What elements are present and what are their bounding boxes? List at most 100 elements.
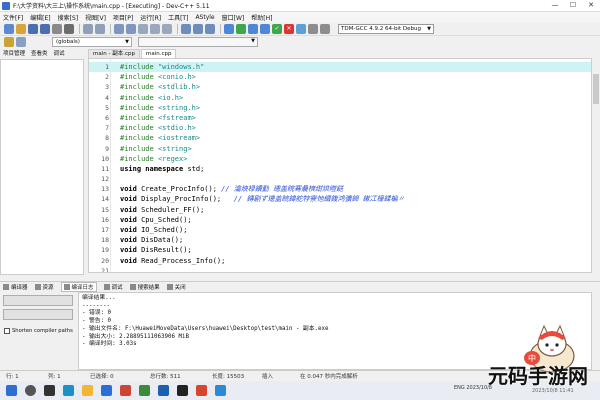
abort-compilation-button[interactable] (3, 295, 73, 306)
print-icon[interactable] (64, 23, 74, 34)
unindent-icon[interactable] (162, 23, 172, 34)
store-icon[interactable] (101, 385, 112, 396)
code-line[interactable]: 20 void Read_Process_Info(); (89, 256, 591, 266)
start-icon[interactable] (6, 385, 17, 396)
code-line[interactable]: 10 #include <regex> (89, 154, 591, 164)
tab-project[interactable]: 项目管理 (3, 49, 25, 57)
rebuild-icon[interactable] (260, 23, 270, 34)
open-folder-icon[interactable] (16, 23, 26, 34)
code-line[interactable]: 18 void DisData(); (89, 235, 591, 245)
compiler-select[interactable]: TDM-GCC 4.9.2 64-bit Debug ▼ (338, 23, 434, 34)
compile-icon[interactable] (224, 23, 234, 34)
tab-debug-output[interactable]: 调试 (103, 283, 123, 291)
shorten-paths-checkbox[interactable]: Shorten compiler paths (4, 328, 73, 334)
profile-delete-icon[interactable] (320, 23, 330, 34)
project-new-icon[interactable] (181, 23, 191, 34)
bookmark-icon[interactable] (16, 37, 26, 47)
devcpp-taskbar-icon[interactable] (158, 385, 169, 396)
checkbox-box[interactable] (4, 328, 10, 334)
close-button[interactable]: ✕ (582, 0, 600, 11)
code-line[interactable]: 3 #include <stdlib.h> (89, 82, 591, 92)
tab-debug[interactable]: 调试 (54, 49, 65, 57)
code-area[interactable]: 1 #include "windows.h" 2 #include <conio.h>… (89, 62, 591, 272)
minimize-button[interactable]: — (546, 0, 564, 11)
tab-compiler[interactable]: 编译器 (3, 283, 28, 291)
app-icon[interactable] (196, 385, 207, 396)
code-line[interactable]: 2 #include <conio.h> (89, 72, 591, 82)
scrollbar-thumb[interactable] (593, 74, 599, 104)
menu-run[interactable]: 运行[R] (140, 13, 161, 22)
menu-window[interactable]: 窗口[W] (222, 13, 245, 22)
code-line[interactable]: 9 #include <string> (89, 144, 591, 154)
indent-icon[interactable] (150, 23, 160, 34)
console-icon[interactable] (177, 385, 188, 396)
app-icon[interactable] (120, 385, 131, 396)
code-line[interactable]: 21 (89, 266, 591, 272)
new-file-icon[interactable] (4, 23, 14, 34)
compile-run-icon[interactable] (248, 23, 258, 34)
code-line[interactable]: 4 #include <io.h> (89, 93, 591, 103)
stop-icon[interactable]: ✕ (284, 23, 294, 34)
code-line[interactable]: 19 void DisResult(); (89, 245, 591, 255)
code-line[interactable]: 6 #include <fstream> (89, 113, 591, 123)
menu-view[interactable]: 视图[V] (85, 13, 106, 22)
goto-icon[interactable] (138, 23, 148, 34)
project-remove-icon[interactable] (205, 23, 215, 34)
globals-select[interactable]: (globals) ▼ (52, 37, 132, 47)
explorer-icon[interactable] (82, 385, 93, 396)
code-line[interactable]: 7 #include <stdio.h> (89, 123, 591, 133)
function-select[interactable]: ▼ (138, 37, 258, 47)
menu-edit[interactable]: 编辑[E] (30, 13, 50, 22)
menu-tools[interactable]: 工具[T] (168, 13, 188, 22)
log-action-button[interactable] (3, 309, 73, 320)
code-line[interactable]: 12 (89, 174, 591, 184)
insert-icon[interactable] (4, 37, 14, 47)
run-icon[interactable] (236, 23, 246, 34)
project-add-icon[interactable] (193, 23, 203, 34)
tab-main[interactable]: main.cpp (140, 49, 177, 58)
code-token: void (120, 185, 142, 194)
code-line[interactable]: 15 void Scheduler_FF(); (89, 205, 591, 215)
code-line[interactable]: 14 void Display_ProcInfo(); // 鏄剧ず璁盖睆鍏舵牸寮… (89, 194, 591, 204)
menu-help[interactable]: 帮助[H] (251, 13, 272, 22)
code-token: void (120, 256, 142, 265)
toolbar-divider (110, 23, 111, 34)
code-line[interactable]: 13 void Create_ProcInfo(); // 瀹炴椂鐨勭 璁盖睆骞曟… (89, 184, 591, 194)
debug-icon[interactable] (296, 23, 306, 34)
menu-file[interactable]: 文件[F] (3, 13, 23, 22)
menu-search[interactable]: 搜索[S] (58, 13, 79, 22)
app-icon[interactable] (139, 385, 150, 396)
tab-main-copy[interactable]: main - 副本.cpp (88, 49, 140, 58)
tab-compile-log[interactable]: 编译日志 (60, 281, 97, 292)
menu-project[interactable]: 项目[P] (113, 13, 133, 22)
maximize-button[interactable]: ☐ (564, 0, 582, 11)
replace-icon[interactable] (126, 23, 136, 34)
check-syntax-icon[interactable]: ✓ (272, 23, 282, 34)
tab-resources[interactable]: 资源 (34, 283, 54, 291)
code-line[interactable]: 5 #include <string.h> (89, 103, 591, 113)
code-line[interactable]: 1 #include "windows.h" (89, 62, 591, 73)
edge-icon[interactable] (63, 385, 74, 396)
find-icon[interactable] (114, 23, 124, 34)
save-icon[interactable] (28, 23, 38, 34)
search-icon[interactable] (25, 385, 36, 396)
redo-icon[interactable] (95, 23, 105, 34)
tab-search-results[interactable]: 搜索结果 (129, 283, 160, 291)
code-line[interactable]: 8 #include <iostream> (89, 133, 591, 143)
code-line[interactable]: 16 void Cpu_Sched(); (89, 215, 591, 225)
tab-close[interactable]: 关闭 (166, 283, 186, 291)
code-token: "windows.h" (157, 63, 205, 71)
code-line[interactable]: 17 void IO_Sched(); (89, 225, 591, 235)
code-line[interactable]: 11 using namespace std; (89, 164, 591, 174)
tab-classes[interactable]: 查看类 (31, 49, 48, 57)
profile-icon[interactable] (308, 23, 318, 34)
line-number: 6 (105, 113, 109, 122)
menu-astyle[interactable]: AStyle (195, 14, 214, 21)
task-view-icon[interactable] (44, 385, 55, 396)
app-icon[interactable] (215, 385, 226, 396)
save-all-icon[interactable] (40, 23, 50, 34)
editor-scrollbar[interactable] (592, 58, 600, 273)
close-file-icon[interactable] (52, 23, 62, 34)
undo-icon[interactable] (83, 23, 93, 34)
code-editor[interactable]: 1 #include "windows.h" 2 #include <conio.h>… (88, 58, 592, 273)
